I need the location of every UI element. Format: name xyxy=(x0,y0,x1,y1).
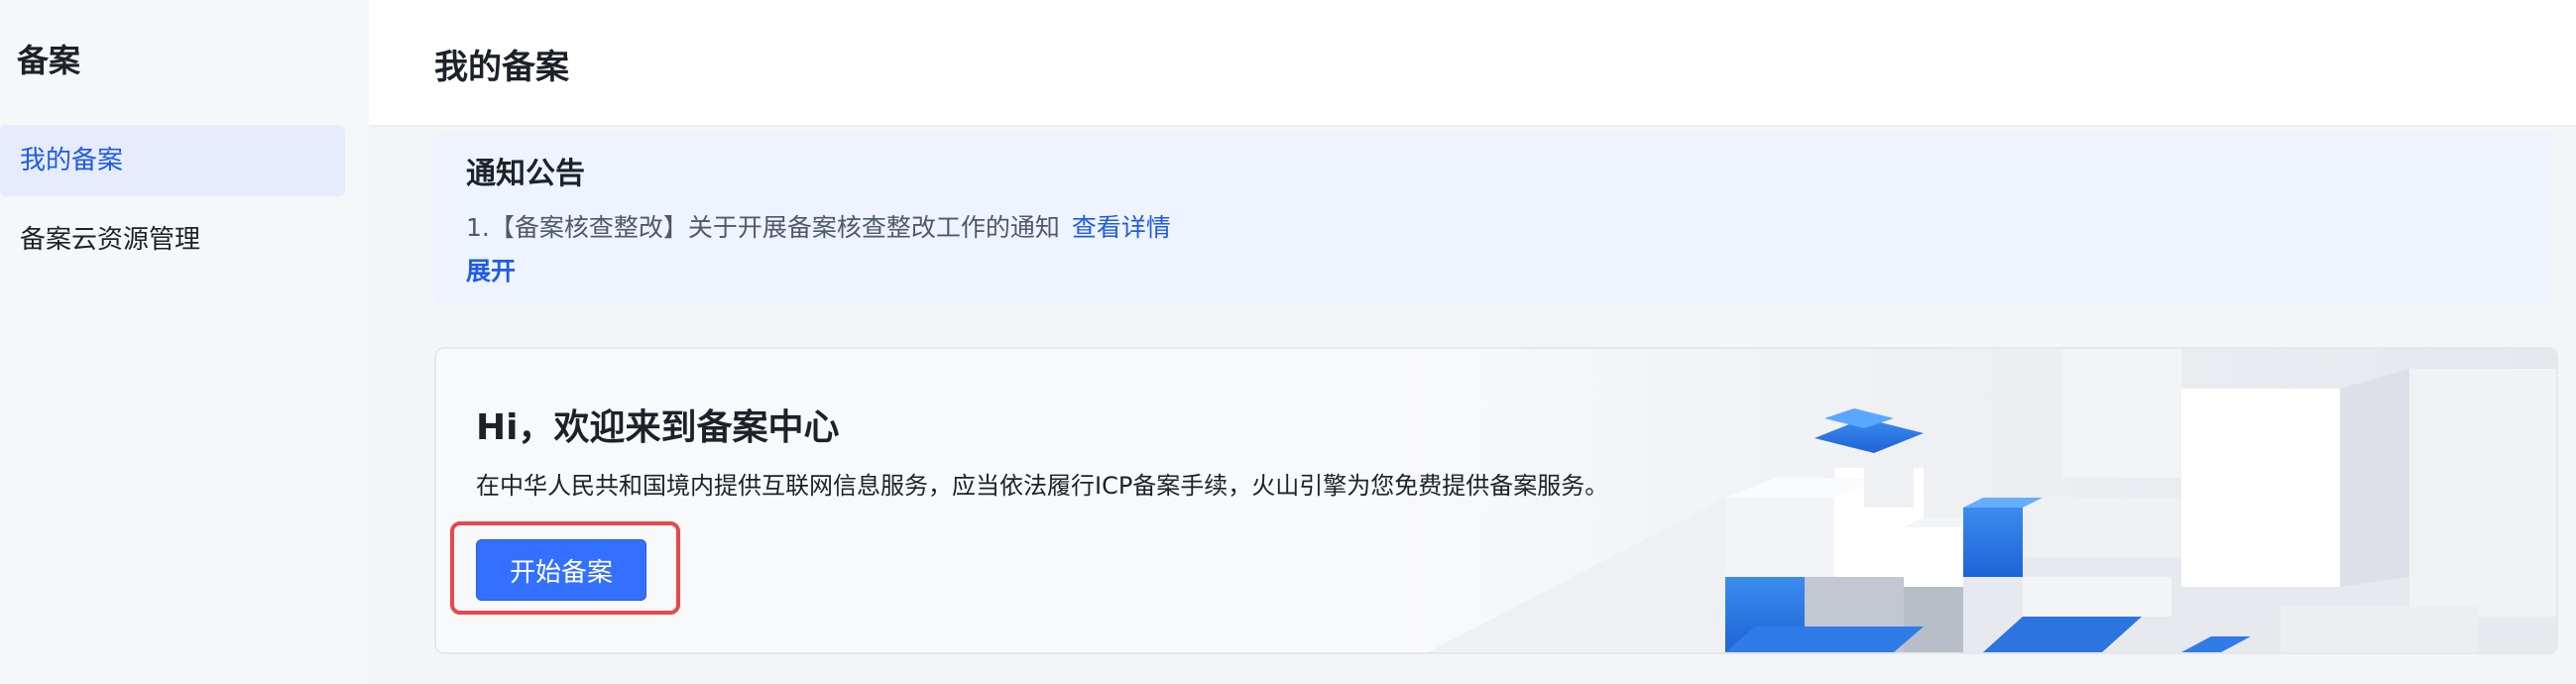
notice-item-text: 1.【备案核查整改】关于开展备案核查整改工作的通知 xyxy=(466,213,1060,242)
expand-link[interactable]: 展开 xyxy=(466,252,516,287)
notice-title: 通知公告 xyxy=(466,157,585,191)
welcome-description: 在中华人民共和国境内提供互联网信息服务，应当依法履行ICP备案手续，火山引擎为您… xyxy=(476,472,1609,500)
sidebar: 备案 我的备案 备案云资源管理 xyxy=(0,0,369,684)
welcome-title: Hi，欢迎来到备案中心 xyxy=(476,407,840,448)
welcome-banner: Hi，欢迎来到备案中心 在中华人民共和国境内提供互联网信息服务，应当依法履行IC… xyxy=(434,347,2558,654)
sidebar-title: 备案 xyxy=(17,42,81,79)
banner-illustration xyxy=(436,349,2556,652)
main-content: 我的备案 通知公告 1.【备案核查整改】关于开展备案核查整改工作的通知 查看详情 … xyxy=(369,0,2576,684)
page-header: 我的备案 xyxy=(369,0,2576,127)
start-filing-button[interactable]: 开始备案 xyxy=(476,539,646,601)
page-title: 我的备案 xyxy=(434,48,569,87)
notice-item: 1.【备案核查整改】关于开展备案核查整改工作的通知 查看详情 xyxy=(466,208,1171,244)
view-details-link[interactable]: 查看详情 xyxy=(1072,213,1171,242)
sidebar-item-cloud-resources[interactable]: 备案云资源管理 xyxy=(0,204,345,276)
sidebar-item-my-filings[interactable]: 我的备案 xyxy=(0,125,345,196)
notice-panel: 通知公告 1.【备案核查整改】关于开展备案核查整改工作的通知 查看详情 展开 xyxy=(434,131,2554,305)
